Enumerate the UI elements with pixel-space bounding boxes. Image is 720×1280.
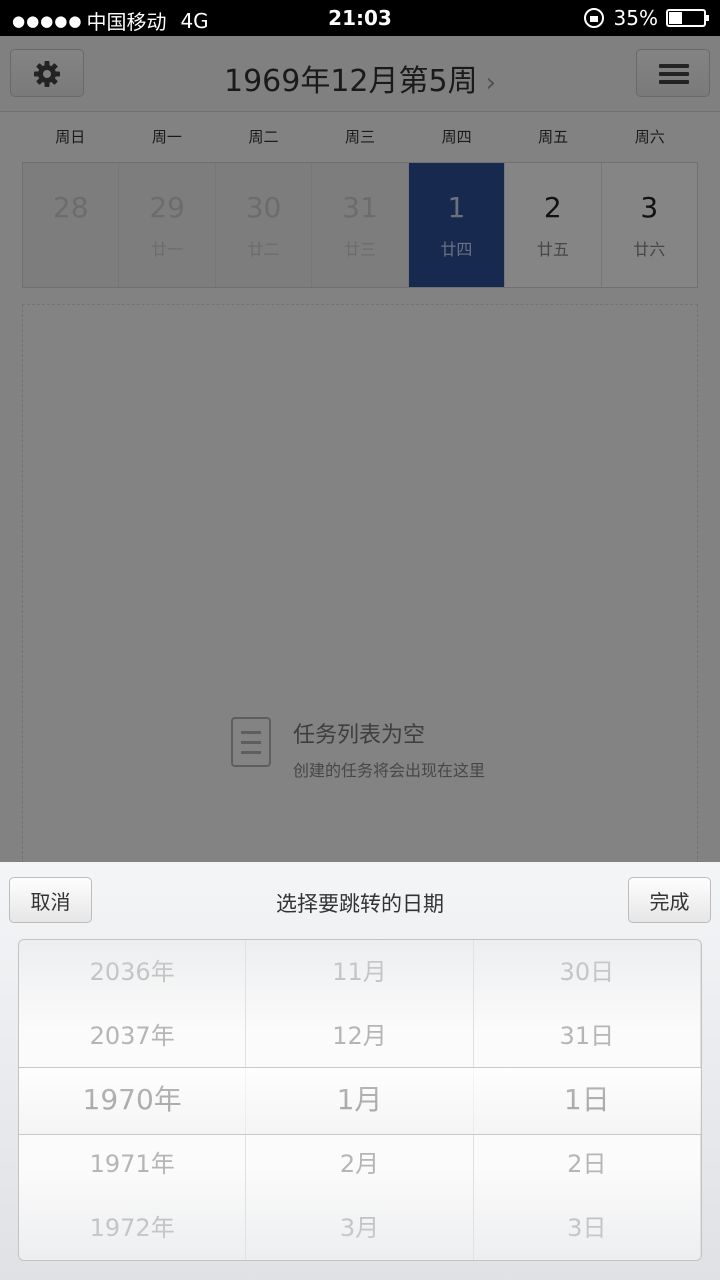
year-option[interactable]: 2037年 <box>19 1004 245 1068</box>
year-option[interactable]: 1972年 <box>19 1196 245 1260</box>
rotation-lock-icon <box>583 8 604 28</box>
month-option[interactable]: 12月 <box>246 1004 472 1068</box>
day-option[interactable]: 3日 <box>474 1196 700 1260</box>
month-option[interactable]: 3月 <box>246 1196 472 1260</box>
year-wheel[interactable]: 2036年 2037年 1970年 1971年 1972年 <box>19 940 247 1260</box>
month-option[interactable]: 2月 <box>246 1132 472 1196</box>
picker-title: 选择要跳转的日期 <box>276 892 444 916</box>
day-wheel[interactable]: 30日 31日 1日 2日 3日 <box>474 940 701 1260</box>
status-right: 35% <box>583 6 709 30</box>
month-option-selected[interactable]: 1月 <box>246 1068 472 1132</box>
year-option[interactable]: 2036年 <box>19 940 245 1004</box>
month-option[interactable]: 11月 <box>246 940 472 1004</box>
date-picker-wheels: 2036年 2037年 1970年 1971年 1972年 11月 12月 1月… <box>18 939 702 1261</box>
day-option-selected[interactable]: 1日 <box>474 1068 700 1132</box>
day-option[interactable]: 31日 <box>474 1004 700 1068</box>
day-option[interactable]: 30日 <box>474 940 700 1004</box>
year-option-selected[interactable]: 1970年 <box>19 1068 245 1132</box>
done-button[interactable]: 完成 <box>628 877 711 923</box>
month-wheel[interactable]: 11月 12月 1月 2月 3月 <box>246 940 474 1260</box>
battery-percent: 35% <box>613 6 658 30</box>
status-bar: ●●●●● 中国移动 4G 21:03 35% <box>0 0 720 36</box>
modal-dim-overlay[interactable] <box>0 36 720 862</box>
day-option[interactable]: 2日 <box>474 1132 700 1196</box>
year-option[interactable]: 1971年 <box>19 1132 245 1196</box>
battery-icon <box>666 9 709 27</box>
date-picker-sheet: 取消 选择要跳转的日期 完成 2036年 2037年 1970年 1971年 1… <box>0 862 720 1280</box>
